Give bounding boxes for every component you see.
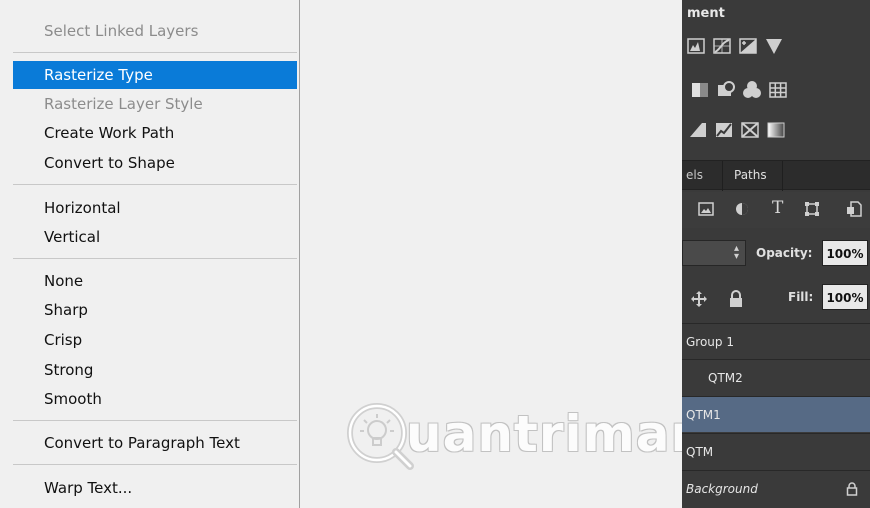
- opacity-input[interactable]: 100%: [822, 240, 868, 266]
- lock-position-icon[interactable]: [690, 290, 708, 308]
- color-lookup-icon[interactable]: [768, 80, 788, 100]
- menu-separator: [13, 420, 297, 421]
- menu-separator: [13, 52, 297, 53]
- watermark-logo-icon: [347, 403, 414, 470]
- photoshop-panel: ment els Paths T ▴ ▾ Opacity: 100% Fill:…: [682, 0, 870, 508]
- fill-input[interactable]: 100%: [822, 284, 868, 310]
- menu-top-item-cutoff: [43, 0, 143, 2]
- menu-item-strong[interactable]: Strong: [13, 356, 297, 384]
- layer-name: Group 1: [686, 335, 734, 349]
- threshold-icon[interactable]: [714, 120, 734, 140]
- menu-item-rasterize-layer-style: Rasterize Layer Style: [44, 95, 203, 113]
- gradient-triangle-icon[interactable]: [764, 36, 784, 56]
- shape-icon[interactable]: [804, 201, 820, 217]
- menu-item-convert-to-shape[interactable]: Convert to Shape: [13, 149, 297, 177]
- levels-icon[interactable]: [686, 36, 706, 56]
- menu-item-horizontal[interactable]: Horizontal: [13, 194, 297, 222]
- menu-item-create-work-path[interactable]: Create Work Path: [13, 119, 297, 147]
- tab-divider: [782, 161, 783, 191]
- fill-label: Fill:: [788, 290, 814, 304]
- tab-channels[interactable]: els: [686, 168, 703, 182]
- layer-name: QTM: [686, 445, 714, 459]
- tab-paths[interactable]: Paths: [734, 168, 767, 182]
- gradient-map-icon[interactable]: [766, 120, 786, 140]
- blend-mode-select[interactable]: ▴ ▾: [682, 240, 746, 266]
- layer-lock-icon: [846, 482, 858, 496]
- adjustments-row-2: [682, 80, 870, 104]
- opacity-label: Opacity:: [756, 246, 813, 260]
- watermark: uantrimang: [344, 400, 743, 475]
- curves-icon[interactable]: [712, 36, 732, 56]
- menu-item-none[interactable]: None: [13, 267, 297, 295]
- tab-divider: [722, 161, 723, 191]
- type-icon[interactable]: T: [772, 198, 783, 218]
- lock-all-icon[interactable]: [728, 290, 744, 308]
- layer-name: QTM1: [686, 408, 721, 422]
- adjustments-row-1: [682, 36, 870, 60]
- smart-object-icon[interactable]: [846, 201, 862, 217]
- menu-item-sharp[interactable]: Sharp: [13, 296, 297, 324]
- context-menu: Select Linked Layers Rasterize Type Rast…: [0, 0, 300, 508]
- lock-fill-row: Fill: 100%: [682, 280, 870, 316]
- color-balance-icon[interactable]: [690, 80, 710, 100]
- menu-item-convert-to-paragraph-text[interactable]: Convert to Paragraph Text: [13, 429, 297, 457]
- layer-qtm1[interactable]: QTM1: [682, 396, 870, 432]
- menu-item-warp-text[interactable]: Warp Text...: [13, 474, 297, 502]
- selective-color-icon[interactable]: [740, 120, 760, 140]
- exposure-icon[interactable]: [738, 36, 758, 56]
- menu-separator: [13, 184, 297, 185]
- menu-item-crisp[interactable]: Crisp: [13, 326, 297, 354]
- menu-separator: [13, 258, 297, 259]
- layer-name: QTM2: [708, 371, 743, 385]
- photo-filter-icon[interactable]: [716, 80, 736, 100]
- image-icon[interactable]: [698, 201, 714, 217]
- menu-separator: [13, 464, 297, 465]
- menu-item-smooth[interactable]: Smooth: [13, 385, 297, 413]
- adjustment-circle-icon[interactable]: [734, 201, 750, 217]
- layer-name: Background: [686, 482, 758, 496]
- menu-item-vertical[interactable]: Vertical: [13, 223, 297, 251]
- menu-item-select-linked-layers: Select Linked Layers: [44, 22, 199, 40]
- layer-filter-row: T: [682, 192, 870, 228]
- layer-background[interactable]: Background: [682, 470, 870, 506]
- blend-opacity-row: ▴ ▾ Opacity: 100%: [682, 236, 870, 270]
- menu-item-rasterize-type[interactable]: Rasterize Type: [13, 61, 297, 89]
- select-caret-icon: ▴ ▾: [733, 243, 739, 262]
- panel-tabs: els Paths: [682, 160, 870, 191]
- layer-group-1[interactable]: Group 1: [682, 323, 870, 359]
- channel-mixer-icon[interactable]: [742, 80, 762, 100]
- layer-qtm[interactable]: QTM: [682, 433, 870, 469]
- adjustments-title: ment: [687, 6, 725, 21]
- layer-qtm2[interactable]: QTM2: [682, 359, 870, 395]
- adjustments-row-3: [682, 120, 870, 144]
- posterize-icon[interactable]: [688, 120, 708, 140]
